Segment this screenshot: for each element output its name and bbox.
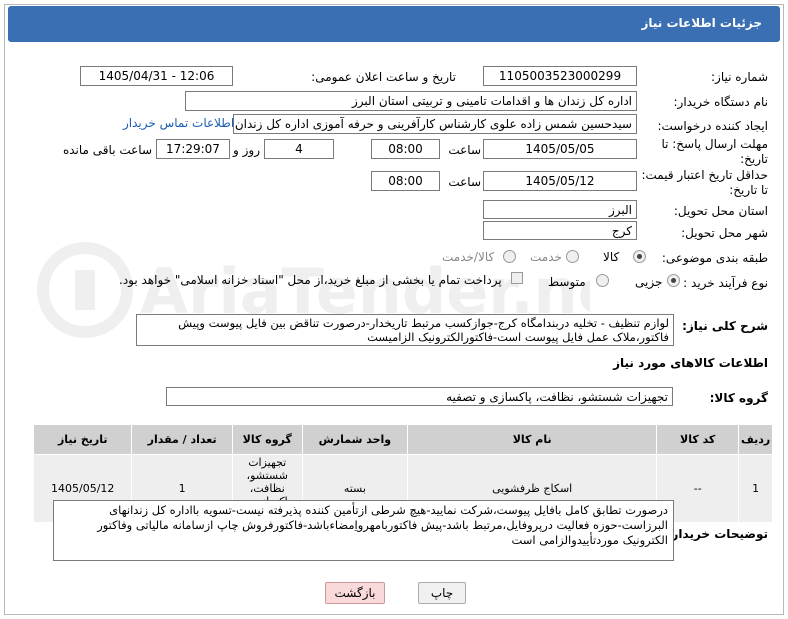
buyer-notes-field: درصورت تطابق کامل بافایل پیوست،شرکت نمای… <box>53 500 674 561</box>
col-name-header: نام کالا <box>407 424 658 455</box>
validity-time-field: 08:00 <box>371 171 440 191</box>
buyer-notes-label: توضیحات خریدار: <box>666 527 768 541</box>
category-label: طبقه بندی موضوعی: <box>661 251 768 265</box>
page-title: جزئیات اطلاعات نیاز <box>641 16 762 30</box>
announce-field: 1405/04/31 - 12:06 <box>80 66 233 86</box>
buyer-org-field: اداره کل زندان ها و اقدامات تامینی و ترب… <box>185 91 637 111</box>
city-label: شهر محل تحویل: <box>681 226 768 240</box>
city-field: کرج <box>483 221 637 240</box>
col-date-header: تاریخ نیاز <box>32 424 133 455</box>
remaining-label: ساعت باقی مانده <box>62 143 152 157</box>
page-header: جزئیات اطلاعات نیاز <box>8 6 780 42</box>
goods-group-field: تجهیزات شستشو، نظافت، پاکسازی و تصفیه <box>166 387 673 406</box>
summary-field: لوازم تنظیف - تخلیه دربندامگاه کرج-جوازک… <box>136 314 674 346</box>
payment-checkbox[interactable] <box>511 272 523 284</box>
process-radio-medium[interactable] <box>596 274 609 287</box>
remaining-time-field: 17:29:07 <box>156 139 230 159</box>
process-radio-minor[interactable] <box>667 274 680 287</box>
process-option-minor: جزیی <box>635 275 663 289</box>
table-header-row: ردیف کد کالا نام کالا واحد شمارش گروه کا… <box>32 424 773 455</box>
creator-field: سیدحسین شمس زاده علوی کارشناس کارآفرینی … <box>233 114 637 134</box>
summary-label: شرح کلی نیاز: <box>682 319 768 333</box>
deadline-time-field: 08:00 <box>371 139 440 159</box>
print-button[interactable]: چاپ <box>418 582 466 604</box>
process-option-medium: متوسط <box>548 275 586 289</box>
col-qty-header: تعداد / مقدار <box>131 424 233 455</box>
days-field: 4 <box>264 139 334 159</box>
need-number-field: 1105003523000299 <box>483 66 637 86</box>
province-label: استان محل تحویل: <box>673 204 768 218</box>
creator-label: ایجاد کننده درخواست: <box>657 119 768 133</box>
col-group-header: گروه کالا <box>231 424 303 455</box>
deadline-label: مهلت ارسال پاسخ: تا تاریخ: <box>661 137 768 166</box>
contact-buyer-link[interactable]: اطلاعات تماس خریدار <box>123 116 234 130</box>
validity-label: حداقل تاریخ اعتبار قیمت: تا تاریخ: <box>641 168 768 197</box>
goods-group-label: گروه کالا: <box>709 391 768 405</box>
category-option-goods: کالا <box>603 250 620 264</box>
validity-time-label: ساعت <box>448 175 481 189</box>
buyer-org-label: نام دستگاه خریدار: <box>673 95 769 109</box>
col-code-header: کد کالا <box>656 424 740 455</box>
col-unit-header: واحد شمارش <box>301 424 409 455</box>
validity-date-field: 1405/05/12 <box>483 171 637 191</box>
announce-label: تاریخ و ساعت اعلان عمومی: <box>311 70 456 84</box>
process-label: نوع فرآیند خرید : <box>683 276 768 290</box>
category-option-goods-service: کالا/خدمت <box>442 250 495 264</box>
province-field: البرز <box>483 200 637 219</box>
deadline-time-label: ساعت <box>448 143 481 157</box>
back-button[interactable]: بازگشت <box>325 582 385 604</box>
need-number-label: شماره نیاز: <box>711 70 768 84</box>
col-row-header: ردیف <box>738 424 773 455</box>
cell-row: 1 <box>738 454 773 523</box>
goods-info-title: اطلاعات کالاهای مورد نیاز <box>613 356 768 370</box>
deadline-date-field: 1405/05/05 <box>483 139 637 159</box>
category-radio-goods[interactable] <box>633 250 646 263</box>
category-radio-goods-service[interactable] <box>503 250 516 263</box>
category-option-service: خدمت <box>530 250 562 264</box>
days-label: روز و <box>233 143 260 157</box>
payment-note: پرداخت تمام یا بخشی از مبلغ خرید،از محل … <box>119 273 502 287</box>
category-radio-service[interactable] <box>566 250 579 263</box>
